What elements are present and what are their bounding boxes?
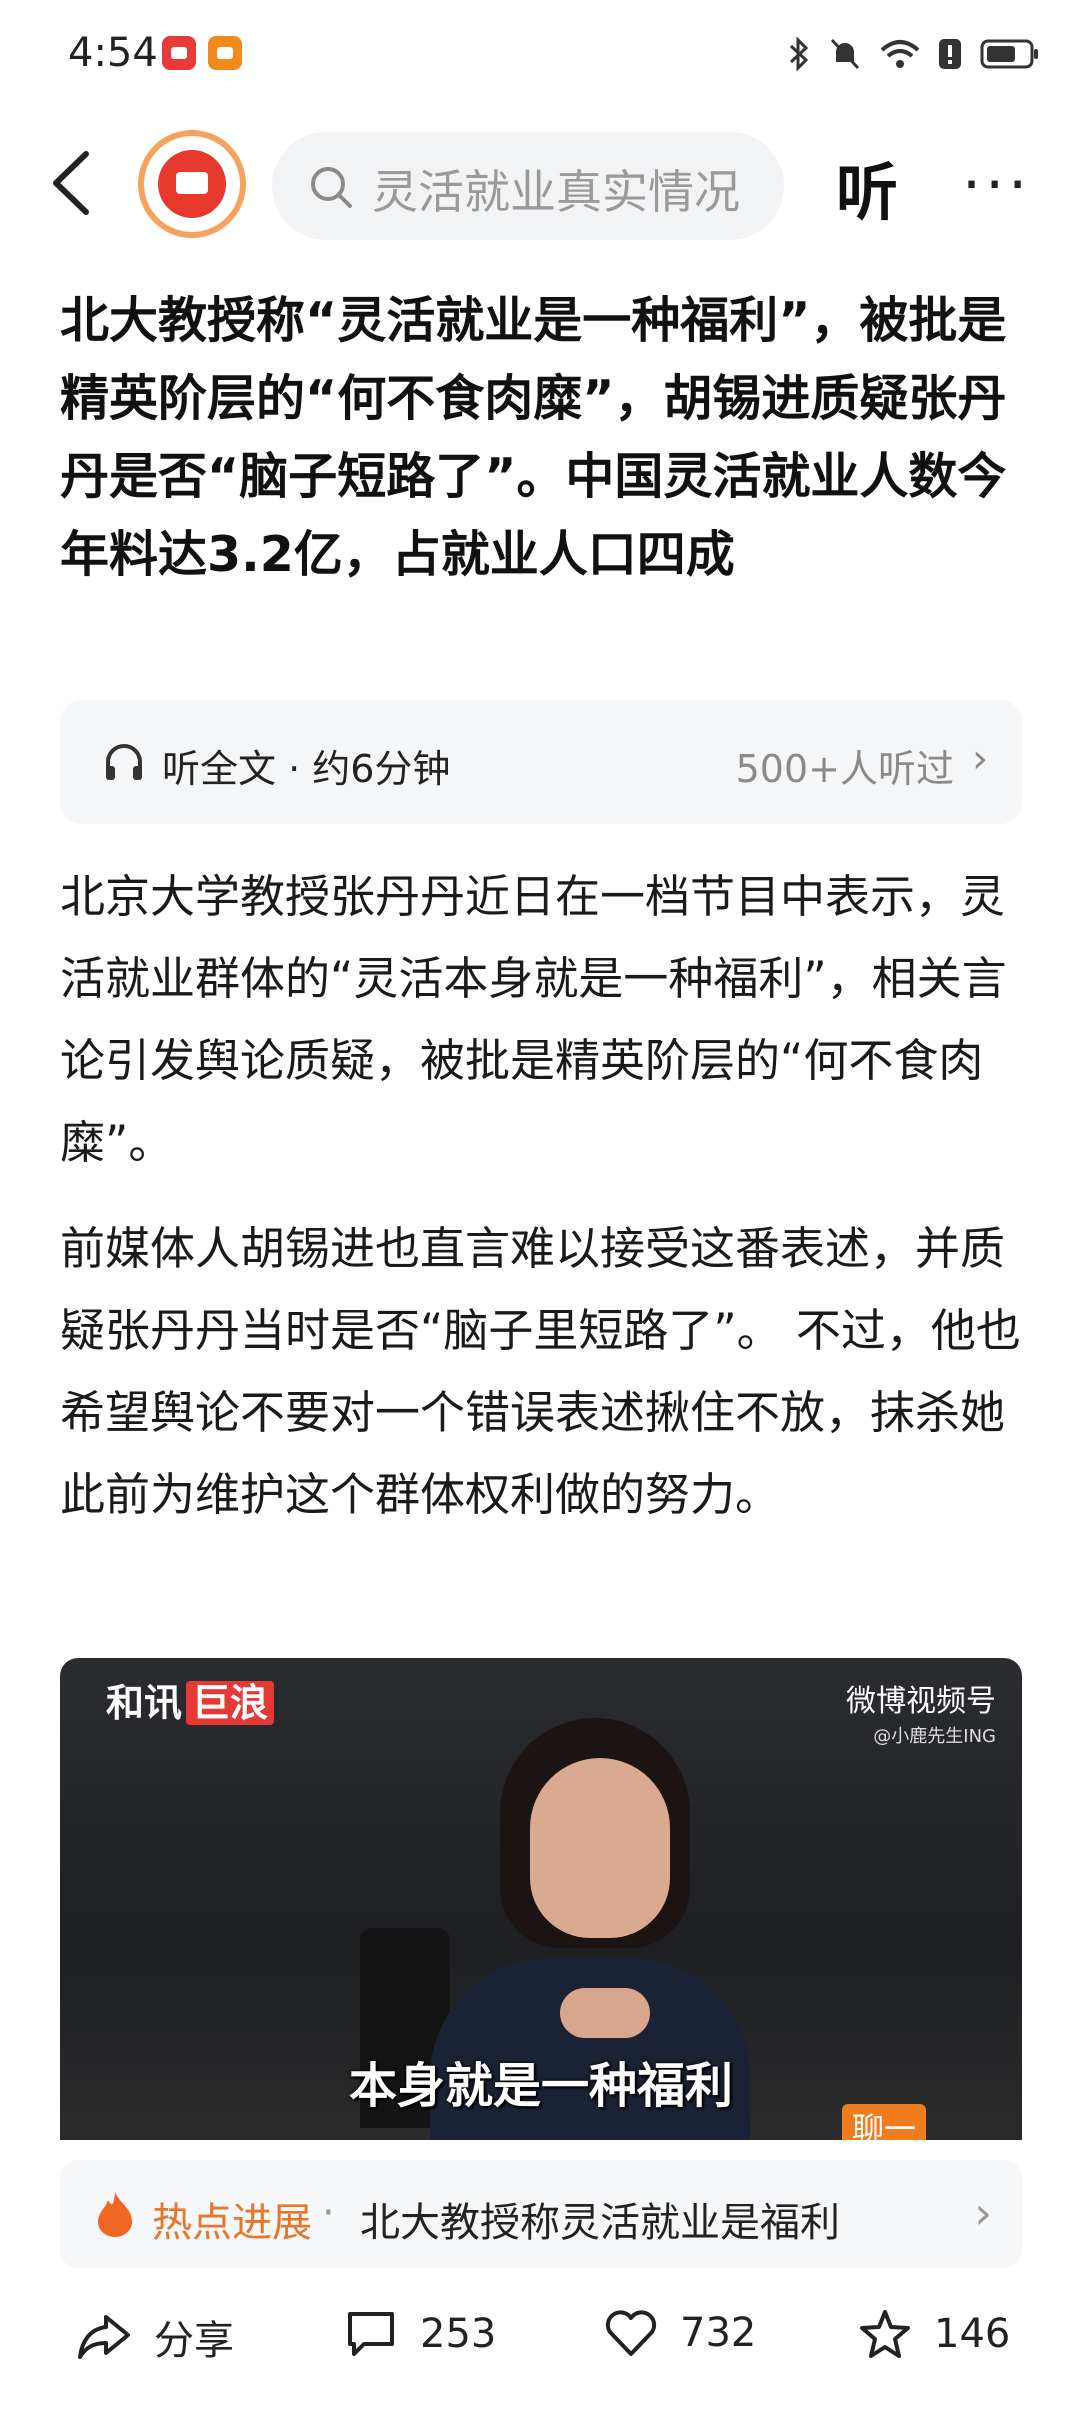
separator-dot: · xyxy=(322,2190,335,2236)
status-icons xyxy=(788,30,1040,78)
comment-icon xyxy=(348,2312,394,2356)
comment-button[interactable]: 253 xyxy=(344,2308,496,2360)
video-thumbnail[interactable]: 和讯 巨浪 微博视频号 @小鹿先生ING 本身就是一种福利 聊一 xyxy=(60,1658,1022,2140)
bottom-action-bar: 分享 253 732 146 xyxy=(0,2290,1084,2390)
more-button[interactable]: ··· xyxy=(962,150,1031,220)
chevron-right-icon: › xyxy=(972,736,988,782)
wifi-icon xyxy=(880,40,920,68)
speaker-face xyxy=(530,1758,670,1938)
weibo-video-logo: 微博视频号 @小鹿先生ING xyxy=(846,1684,996,1747)
video-corner-badge: 聊一 xyxy=(841,2104,926,2140)
back-button[interactable] xyxy=(44,148,104,218)
listen-button[interactable]: 听 xyxy=(836,142,898,232)
status-time: 4:54 xyxy=(68,30,158,76)
share-label: 分享 xyxy=(154,2318,234,2364)
comment-count: 253 xyxy=(420,2311,497,2357)
favorite-button[interactable]: 146 xyxy=(858,2308,1010,2360)
like-count: 732 xyxy=(680,2310,757,2356)
listener-count: 500+人听过 xyxy=(735,747,954,791)
chevron-right-icon: › xyxy=(974,2188,992,2239)
article-paragraph: 北京大学教授张丹丹近日在一档节目中表示，灵活就业群体的“灵活本身就是一种福利”，… xyxy=(60,870,1007,1169)
publisher-avatar[interactable] xyxy=(138,130,246,238)
alert-icon xyxy=(939,39,961,69)
search-bar[interactable]: 灵活就业真实情况 xyxy=(272,132,784,240)
flame-icon xyxy=(98,2192,132,2237)
huawei-app-icon xyxy=(162,36,196,70)
hot-progress-text: 北大教授称灵活就业是福利 xyxy=(360,2200,840,2246)
search-placeholder: 灵活就业真实情况 xyxy=(372,165,740,219)
battery-icon xyxy=(980,39,1038,69)
article-title: 北大教授称“灵活就业是一种福利”，被批是精英阶层的“何不食肉糜”，胡锡进质疑张丹… xyxy=(60,292,1007,583)
red-envelope-icon xyxy=(158,150,226,218)
article-paragraph: 前媒体人胡锡进也直言难以接受这番表述，并质疑张丹丹当时是否“脑子里短路了”。 不… xyxy=(60,1222,1021,1521)
top-bar: 灵活就业真实情况 听 ··· xyxy=(0,120,1084,250)
listen-full-text-card[interactable]: 听全文 · 约6分钟 500+人听过 › xyxy=(60,700,1022,824)
hot-progress-card[interactable]: 热点进展 · 北大教授称灵活就业是福利 › xyxy=(60,2160,1022,2268)
speaker-hand xyxy=(560,1988,650,2038)
hexun-logo: 和讯 巨浪 xyxy=(106,1672,275,1727)
favorite-count: 146 xyxy=(934,2311,1011,2357)
star-icon xyxy=(860,2310,910,2358)
back-arrow-icon xyxy=(53,151,89,215)
bluetooth-icon xyxy=(789,36,809,72)
share-icon xyxy=(78,2315,130,2359)
listen-full-text-label: 听全文 · 约6分钟 xyxy=(162,747,451,791)
search-icon xyxy=(311,167,352,208)
mute-icon xyxy=(830,38,860,70)
hot-progress-label: 热点进展 xyxy=(152,2200,312,2246)
heart-icon xyxy=(605,2310,657,2356)
notification-app-icon xyxy=(208,36,242,70)
status-bar: 4:54 xyxy=(0,0,1084,110)
like-button[interactable]: 732 xyxy=(604,2308,756,2358)
headphones-icon xyxy=(106,744,142,780)
share-button[interactable]: 分享 xyxy=(76,2308,234,2366)
